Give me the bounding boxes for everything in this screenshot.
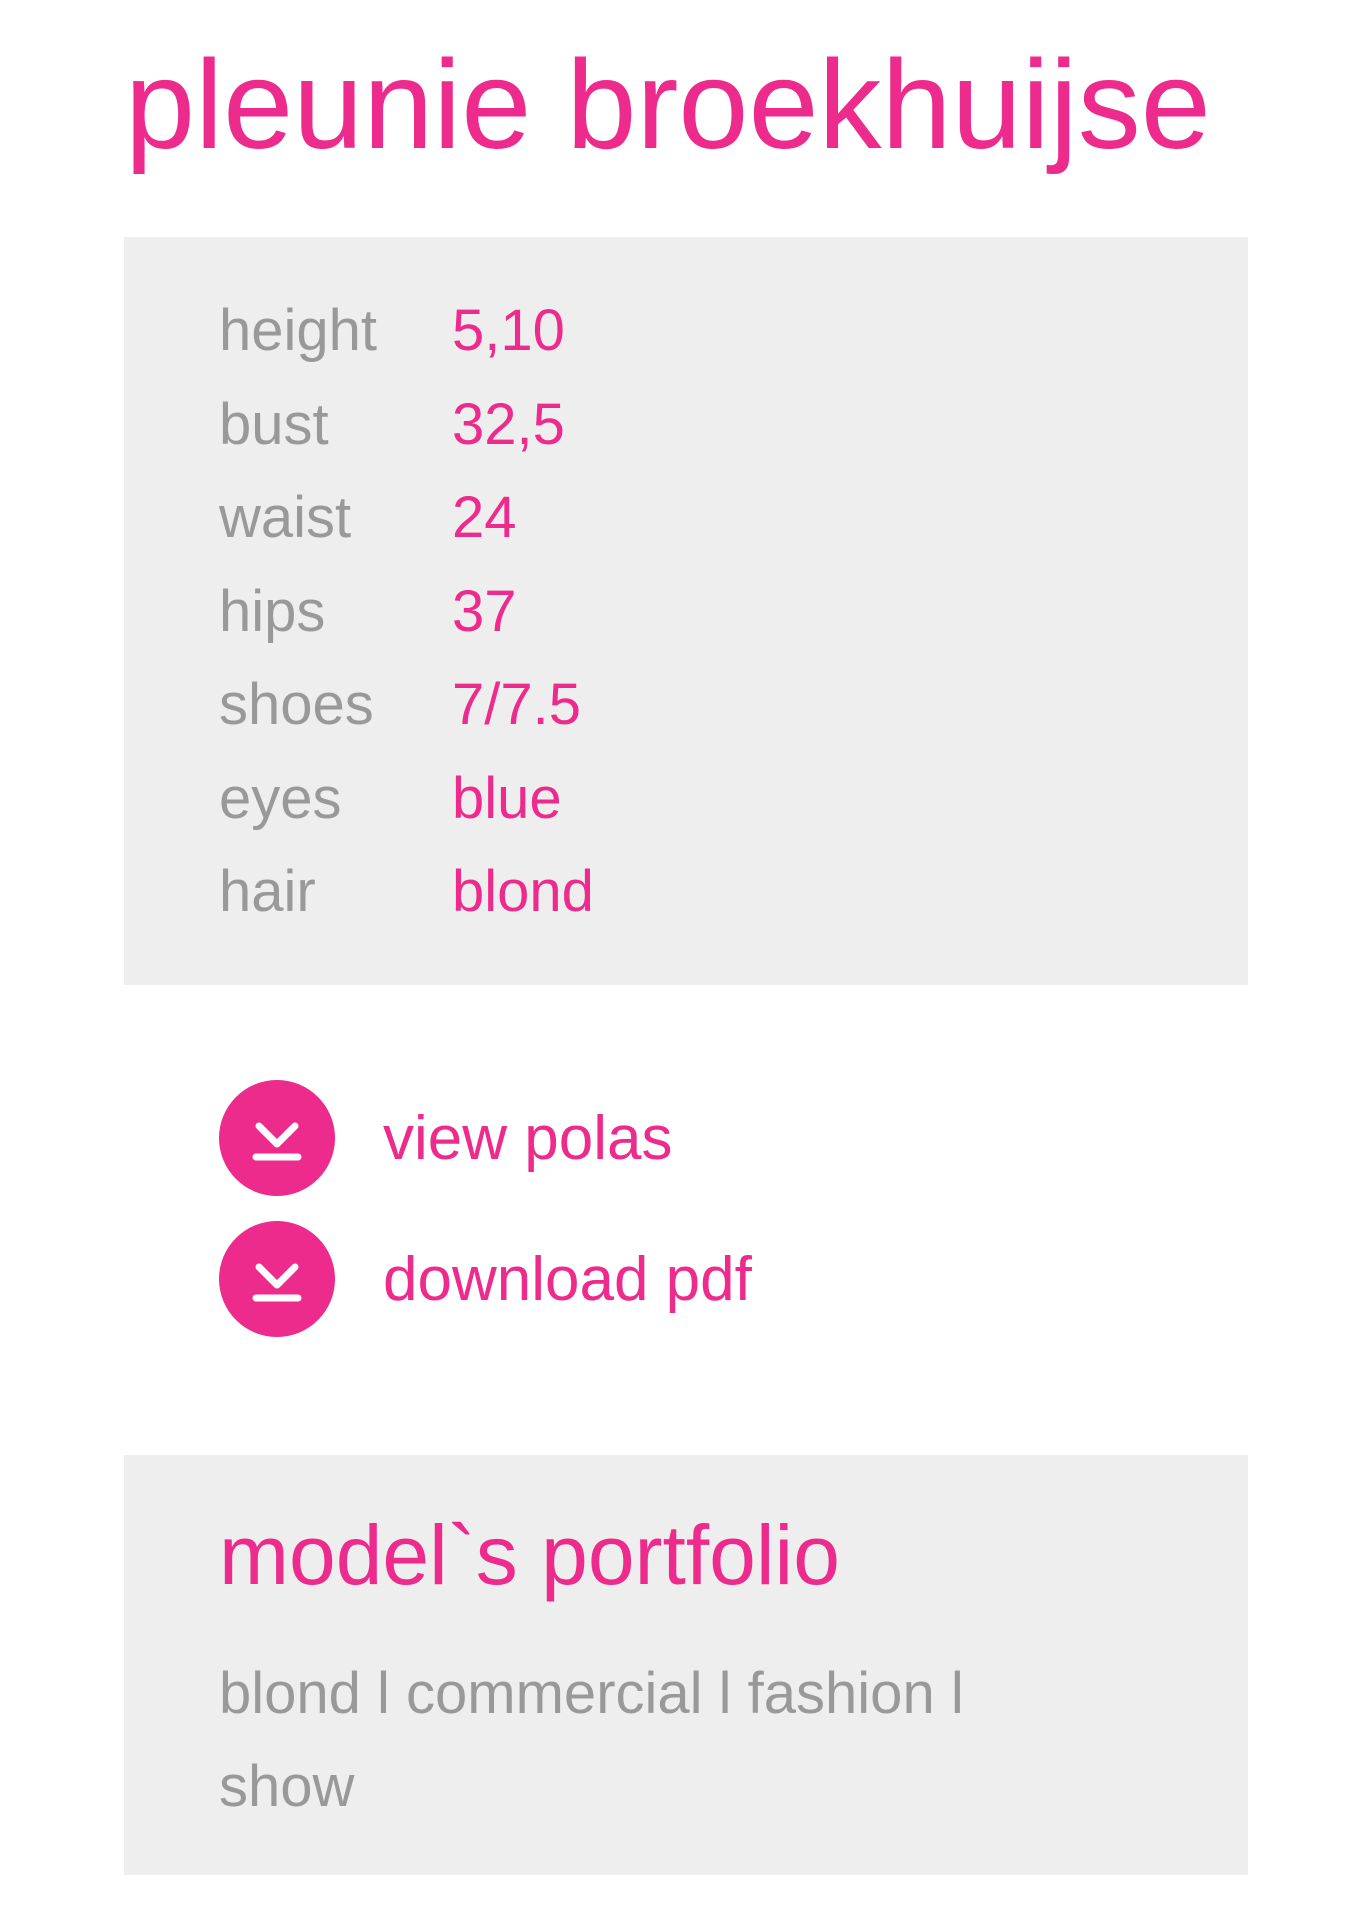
portfolio-panel: model`s portfolio blond l commercial l f…	[124, 1455, 1248, 1875]
download-icon[interactable]	[219, 1080, 335, 1196]
stat-value: 7/7.5	[452, 672, 581, 737]
view-polas-label[interactable]: view polas	[383, 1103, 672, 1174]
tag-fashion[interactable]: fashion	[748, 1661, 935, 1726]
stat-label: height	[219, 298, 378, 363]
stat-label: hips	[219, 578, 326, 644]
download-icon[interactable]	[219, 1221, 335, 1337]
tag-show[interactable]: show	[219, 1754, 354, 1819]
tag-separator: l	[360, 1661, 407, 1726]
stat-row-height: height 5,10	[219, 284, 594, 378]
stat-label: eyes	[219, 765, 342, 831]
stat-row-shoes: shoes 7/7.5	[219, 658, 594, 752]
download-links: view polas download pdf	[219, 1080, 752, 1362]
portfolio-tags: blond l commercial l fashion l show	[219, 1647, 1079, 1833]
stat-row-hips: hips 37	[219, 565, 594, 659]
tag-separator: l	[934, 1661, 964, 1726]
stat-value: blue	[452, 765, 562, 831]
stat-row-bust: bust 32,5	[219, 378, 594, 472]
stat-value: 5,10	[452, 298, 565, 363]
download-pdf-label[interactable]: download pdf	[383, 1244, 752, 1315]
model-name-title: pleunie broekhuijse	[125, 34, 1211, 175]
stat-label: shoes	[219, 672, 374, 737]
stat-label: hair	[219, 859, 316, 924]
stat-value: 24	[452, 485, 517, 550]
download-pdf-link[interactable]: download pdf	[219, 1221, 752, 1337]
stat-value: 32,5	[452, 391, 565, 457]
stat-label: bust	[219, 391, 329, 457]
view-polas-link[interactable]: view polas	[219, 1080, 752, 1196]
stat-row-waist: waist 24	[219, 471, 594, 565]
stat-value: 37	[452, 578, 517, 644]
measurements-table: height 5,10 bust 32,5 waist 24 hips 37 s…	[219, 284, 594, 939]
stat-value: blond	[452, 859, 594, 924]
measurements-panel: height 5,10 bust 32,5 waist 24 hips 37 s…	[124, 237, 1248, 985]
tag-separator: l	[702, 1661, 748, 1726]
tag-commercial[interactable]: commercial	[406, 1661, 703, 1726]
tag-blond[interactable]: blond	[219, 1661, 361, 1726]
stat-row-eyes: eyes blue	[219, 752, 594, 846]
portfolio-heading: model`s portfolio	[219, 1508, 840, 1602]
stat-label: waist	[219, 485, 352, 550]
stat-row-hair: hair blond	[219, 845, 594, 939]
